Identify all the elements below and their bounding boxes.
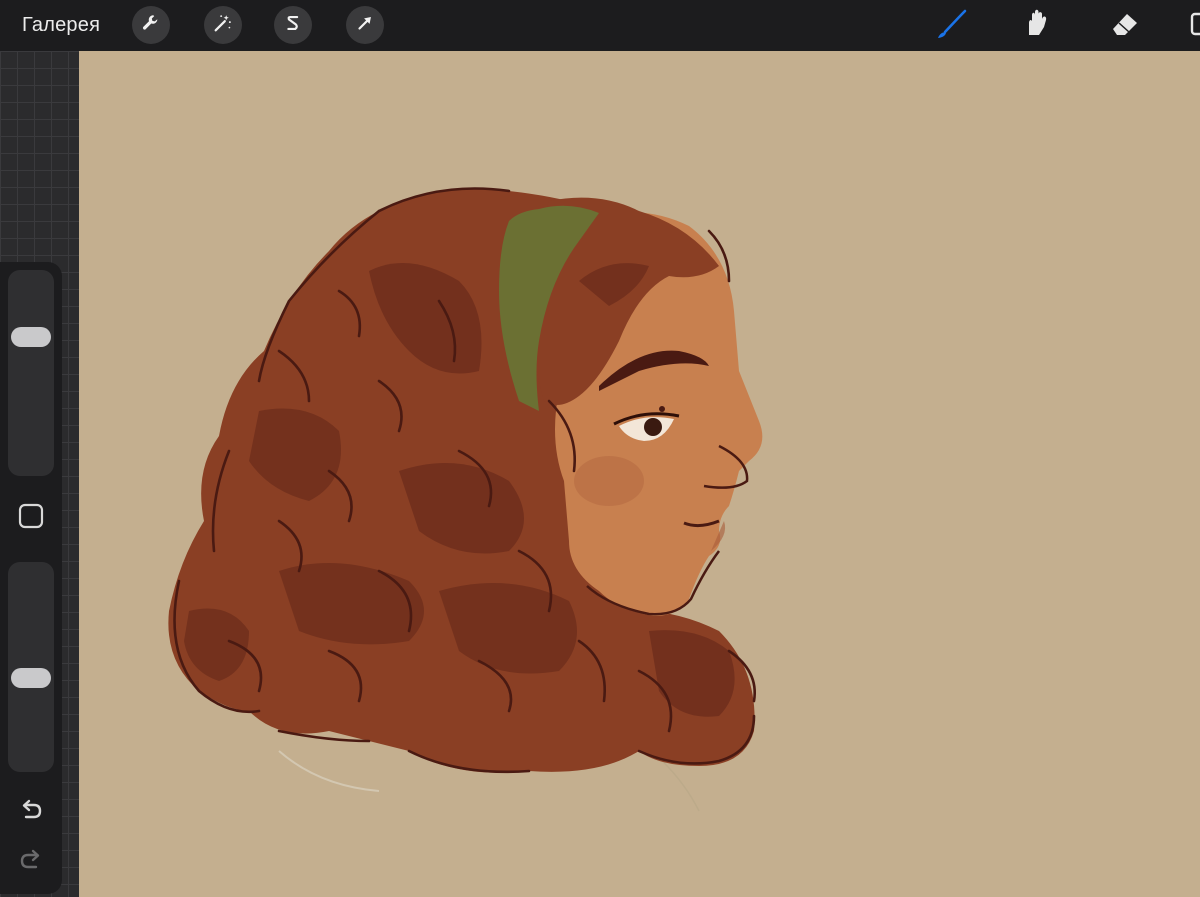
brush-tool-button[interactable] [933, 5, 973, 45]
procreate-app: Галерея [0, 0, 1200, 897]
selection-button[interactable] [274, 6, 312, 44]
brush-size-thumb[interactable] [11, 327, 51, 347]
undo-button[interactable] [16, 797, 46, 827]
actions-button[interactable] [132, 6, 170, 44]
portrait-artwork [168, 187, 763, 812]
redo-icon [17, 846, 45, 879]
drawing-canvas[interactable] [79, 51, 1200, 897]
top-toolbar: Галерея [0, 0, 1200, 51]
smudge-icon [1021, 5, 1057, 46]
layers-icon [1188, 5, 1200, 46]
wrench-icon [140, 12, 162, 39]
transform-button[interactable] [346, 6, 384, 44]
redo-button[interactable] [16, 847, 46, 877]
smudge-tool-button[interactable] [1019, 5, 1059, 45]
selection-s-icon [282, 12, 304, 39]
gallery-button[interactable]: Галерея [22, 13, 100, 37]
brush-opacity-slider[interactable] [8, 562, 54, 772]
left-sidebar [0, 262, 62, 894]
brush-opacity-thumb[interactable] [11, 668, 51, 689]
layers-button[interactable] [1186, 5, 1200, 45]
modify-button[interactable] [17, 503, 45, 534]
arrow-cursor-icon [354, 12, 376, 39]
brush-icon [935, 5, 971, 46]
eraser-tool-button[interactable] [1105, 5, 1145, 45]
magic-wand-icon [212, 12, 234, 39]
eraser-icon [1107, 5, 1143, 46]
undo-icon [17, 796, 45, 829]
square-icon [18, 503, 44, 534]
brush-size-slider[interactable] [8, 270, 54, 476]
adjustments-button[interactable] [204, 6, 242, 44]
